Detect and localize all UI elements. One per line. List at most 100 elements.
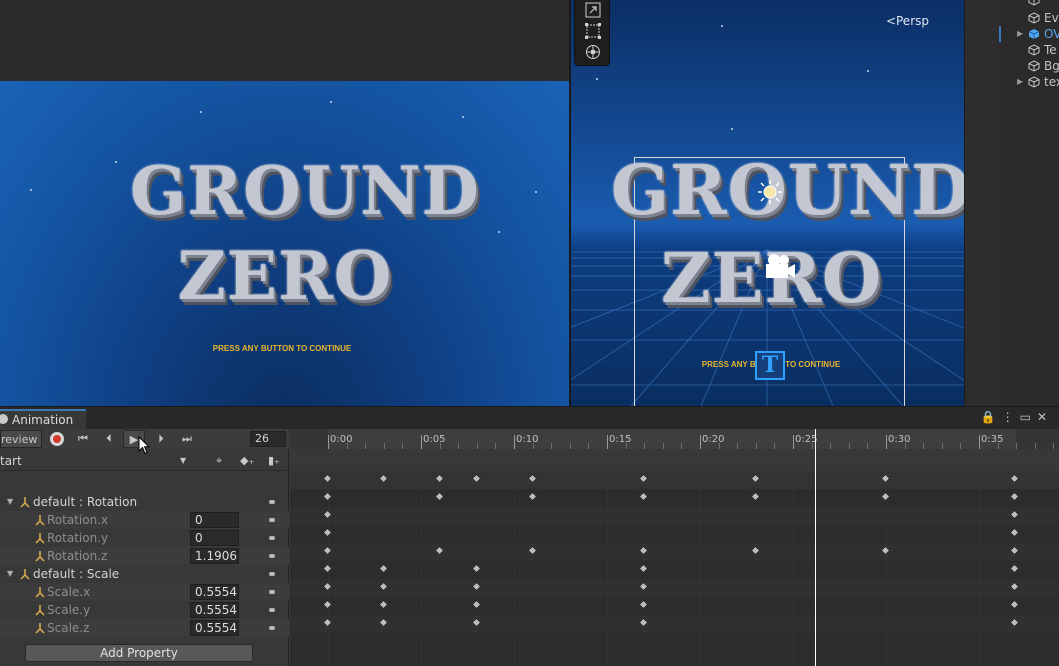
title-line2: ZERO (177, 237, 393, 315)
gameobject-icon (1028, 44, 1040, 56)
first-keyframe-icon[interactable]: ⏮ (74, 430, 92, 448)
hierarchy-item-label: Bg (1044, 59, 1059, 73)
dopesheet-row (290, 615, 1059, 633)
scene-tools-panel (574, 0, 610, 66)
hierarchy-item[interactable]: Ev (999, 10, 1059, 26)
prev-keyframe-icon[interactable]: ⏴ (100, 430, 118, 448)
ruler-tick (886, 435, 887, 449)
game-view[interactable]: GROUND ZERO PRESS ANY BUTTON TO CONTINUE (0, 81, 569, 406)
close-icon[interactable]: ✕ (1037, 410, 1053, 424)
rect-icon[interactable] (581, 23, 605, 42)
mouse-cursor-icon (138, 436, 150, 455)
property-row[interactable]: Scale.x 0.5554 (0, 583, 289, 601)
property-row[interactable]: Rotation.z 1.1906 (0, 547, 289, 565)
ruler-tick-label: 0:10 (516, 434, 539, 445)
star (30, 189, 32, 191)
preview-button[interactable]: review (0, 430, 42, 448)
frame-field[interactable]: 26 (250, 431, 286, 447)
property-row[interactable]: Rotation.x 0 (0, 511, 289, 529)
expand-icon[interactable] (581, 2, 605, 21)
star (498, 231, 500, 233)
star (462, 116, 464, 118)
hierarchy-item-selected[interactable]: ▶ OV (999, 26, 1059, 42)
property-row[interactable]: Scale.y 0.5554 (0, 601, 289, 619)
summary-row (290, 471, 1059, 489)
property-row[interactable]: Rotation.y 0 (0, 529, 289, 547)
add-keyframe-icon[interactable]: ◆₊ (240, 452, 258, 470)
property-value-field[interactable]: 0.5554 (190, 584, 239, 600)
last-keyframe-icon[interactable]: ⏭ (178, 430, 196, 448)
lock-icon[interactable]: 🔒 (981, 410, 1002, 424)
ruler-tick-label: 0:05 (423, 434, 446, 445)
record-button[interactable] (50, 432, 64, 446)
add-property-button[interactable]: Add Property (25, 644, 253, 662)
persp-label[interactable]: <Persp (886, 14, 929, 28)
hierarchy-item[interactable]: ▶ tex (999, 74, 1059, 90)
dopesheet-row (290, 579, 1059, 597)
hierarchy-panel: Ev ▶ OV Te Bg ▶ tex (999, 0, 1059, 406)
property-label: Scale.y (47, 603, 91, 617)
window-controls: 🔒⋮▭✕ (981, 410, 1053, 424)
playhead[interactable] (815, 429, 816, 666)
expand-arrow-icon[interactable]: ▼ (7, 565, 13, 583)
hierarchy-item[interactable]: Bg (999, 58, 1059, 74)
property-value-field[interactable]: 0 (190, 512, 239, 528)
scene-view[interactable]: GROUND ZERO PRESS ANY BUTTON TO CONTINUE… (571, 0, 964, 406)
property-options-icon[interactable] (269, 608, 275, 612)
dopesheet-row (290, 525, 1059, 543)
ruler-tick (514, 435, 515, 449)
property-group-rotation[interactable]: ▼ default : Rotation (0, 493, 289, 511)
grid-line (514, 471, 515, 666)
tab-animation-label: Animation (12, 413, 74, 427)
property-value-field[interactable]: 0.5554 (190, 620, 239, 636)
property-row[interactable]: Scale.z 0.5554 (0, 619, 289, 637)
property-options-icon[interactable] (269, 572, 275, 576)
clip-dropdown[interactable]: tart (0, 452, 195, 470)
property-options-icon[interactable] (269, 500, 275, 504)
more-menu-icon[interactable]: ⋮ (1002, 410, 1020, 424)
gameobject-icon (1028, 60, 1040, 72)
property-value-field[interactable]: 0 (190, 530, 239, 546)
property-options-icon[interactable] (269, 518, 275, 522)
ruler-tick (421, 435, 422, 449)
transform-axis-icon (20, 569, 30, 580)
property-value-field[interactable]: 1.1906 (190, 548, 239, 564)
camera-gizmo-icon[interactable] (762, 252, 796, 284)
transform-axis-icon (20, 497, 30, 508)
add-event-icon[interactable]: ▮₊ (268, 452, 282, 470)
animation-window: Animation 🔒⋮▭✕ review ⏮ ⏴ ▶ ⏵ ⏭ 26 tart … (0, 406, 1059, 666)
property-options-icon[interactable] (269, 536, 275, 540)
transform-icon[interactable] (581, 44, 605, 63)
next-keyframe-icon[interactable]: ⏵ (152, 430, 170, 448)
expand-arrow-icon[interactable]: ▶ (1017, 26, 1023, 42)
property-options-icon[interactable] (269, 554, 275, 558)
time-ruler[interactable]: 0:00 0:05 0:10 0:15 0:20 0:25 0:30 0:35 (290, 429, 1059, 449)
ruler-tick (607, 435, 608, 449)
animation-properties-pane: review ⏮ ⏴ ▶ ⏵ ⏭ 26 tart ▼ ⌖ ◆₊ ▮₊ ▼ def… (0, 429, 289, 666)
ruler-tick-label: 0:35 (981, 434, 1004, 445)
ruler-tick (979, 435, 980, 449)
property-label: Rotation.y (47, 531, 109, 545)
text-gizmo-icon[interactable]: T (755, 351, 785, 380)
ruler-tick (793, 435, 794, 449)
property-options-icon[interactable] (269, 590, 275, 594)
hierarchy-item[interactable] (999, 0, 1059, 8)
property-options-icon[interactable] (269, 626, 275, 630)
tab-animation[interactable]: Animation (0, 409, 86, 429)
star (200, 111, 202, 113)
hierarchy-item[interactable]: Te (999, 42, 1059, 58)
gameobject-icon (1028, 0, 1040, 6)
chevron-down-icon[interactable]: ▼ (180, 452, 186, 470)
dopesheet-timeline[interactable]: 0:00 0:05 0:10 0:15 0:20 0:25 0:30 0:35 (290, 429, 1059, 666)
light-gizmo-icon[interactable] (758, 180, 782, 204)
grid-line (607, 471, 608, 666)
expand-arrow-icon[interactable]: ▼ (7, 493, 13, 511)
animation-tabbar: Animation 🔒⋮▭✕ (0, 407, 1059, 429)
filter-icon[interactable]: ⌖ (216, 452, 230, 470)
hierarchy-item-label: Te (1044, 43, 1057, 57)
maximize-icon[interactable]: ▭ (1020, 410, 1037, 424)
property-value-field[interactable]: 0.5554 (190, 602, 239, 618)
expand-arrow-icon[interactable]: ▶ (1017, 74, 1023, 90)
property-group-scale[interactable]: ▼ default : Scale (0, 565, 289, 583)
property-label: Scale.z (47, 621, 90, 635)
